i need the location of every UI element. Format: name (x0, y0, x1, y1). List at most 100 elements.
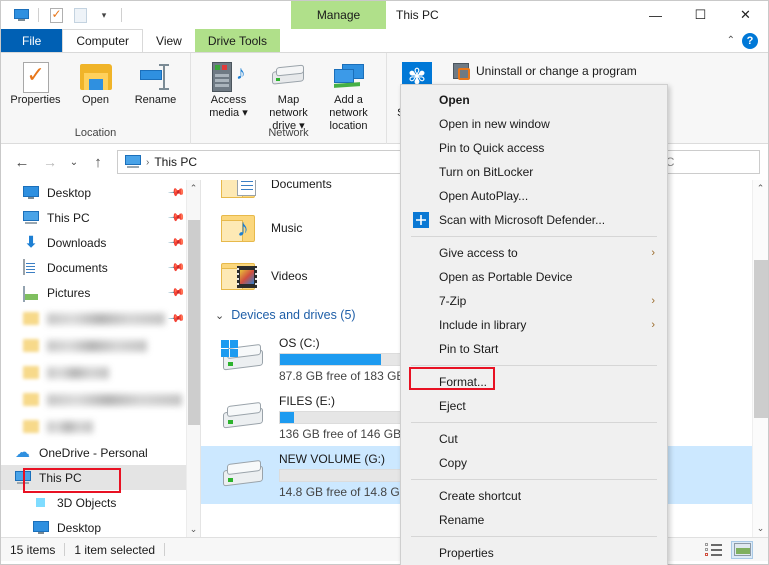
recent-locations-button[interactable]: ⌄ (65, 149, 83, 175)
context-menu-item-7-zip[interactable]: 7-Zip › (401, 289, 667, 313)
rename-icon (139, 60, 172, 94)
forward-button[interactable]: → (37, 149, 63, 175)
tab-drive-tools[interactable]: Drive Tools (194, 29, 280, 52)
content-pane-scrollbar[interactable]: ⌃ ⌄ (752, 180, 768, 537)
ribbon-button-uninstall-or-change-a-program[interactable]: Uninstall or change a program (447, 57, 637, 80)
breadcrumb-path[interactable]: This PC (154, 155, 197, 169)
ribbon-button-access-media[interactable]: ♪ Access media ▾ (199, 57, 259, 120)
desktop-icon (23, 185, 39, 201)
context-menu-item-open-autoplay[interactable]: Open AutoPlay... (401, 184, 667, 208)
context-menu-item-properties[interactable]: Properties (401, 541, 667, 565)
list-item[interactable] (1, 359, 200, 386)
details-view-icon[interactable] (703, 541, 725, 559)
list-item[interactable] (1, 386, 200, 413)
map-network-drive-icon (271, 60, 306, 94)
context-menu-item-label: Scan with Microsoft Defender... (439, 213, 606, 227)
sidebar-item-onedrive[interactable]: ☁ OneDrive - Personal (1, 440, 200, 465)
desktop-icon (33, 520, 49, 536)
maximize-button[interactable]: ☐ (678, 1, 723, 29)
sidebar-item-label: Documents (47, 260, 108, 275)
collapse-ribbon-icon[interactable]: ⌃ (727, 35, 735, 46)
open-folder-icon (79, 60, 112, 94)
chevron-down-icon[interactable]: ⌄ (215, 309, 224, 322)
help-icon[interactable]: ? (742, 32, 758, 49)
context-menu-item-open-as-portable-device[interactable]: Open as Portable Device (401, 265, 667, 289)
context-menu-item-pin-to-quick-access[interactable]: Pin to Quick access (401, 136, 667, 160)
ribbon-button-map-network-drive[interactable]: Map network drive ▾ (259, 57, 319, 133)
sidebar-item-this-pc-quick[interactable]: This PC 📌 (1, 205, 200, 230)
sidebar-item-label: This PC (47, 210, 90, 225)
ribbon-button-rename[interactable]: Rename (126, 57, 186, 107)
scroll-up-icon[interactable]: ⌃ (187, 180, 200, 196)
sidebar-item-documents[interactable]: Documents 📌 (1, 255, 200, 280)
list-item[interactable] (1, 332, 200, 359)
minimize-button[interactable]: — (633, 1, 678, 29)
scroll-down-icon[interactable]: ⌄ (187, 521, 200, 537)
context-menu-item-format[interactable]: Format... (401, 367, 667, 394)
this-pc-icon[interactable] (10, 4, 32, 26)
context-menu-item-give-access-to[interactable]: Give access to › (401, 241, 667, 265)
context-menu-item-pin-to-start[interactable]: Pin to Start (401, 337, 667, 361)
context-menu-item-open[interactable]: Open (401, 88, 667, 112)
ribbon-button-properties[interactable]: Properties (6, 57, 66, 107)
pin-icon[interactable]: 📌 (168, 258, 187, 277)
sidebar-item-3d-objects[interactable]: 3D Objects (1, 490, 200, 515)
context-menu-item-copy[interactable]: Copy (401, 451, 667, 475)
context-menu-item-create-shortcut[interactable]: Create shortcut (401, 484, 667, 508)
sidebar-item-desktop[interactable]: Desktop 📌 (1, 180, 200, 205)
context-menu-item-eject[interactable]: Eject (401, 394, 667, 418)
selection-label: 1 item selected (74, 542, 156, 557)
item-count-label: 15 items (10, 542, 56, 557)
context-menu-item-open-in-new-window[interactable]: Open in new window (401, 112, 667, 136)
pin-icon[interactable]: 📌 (168, 208, 187, 227)
context-menu-item-include-in-library[interactable]: Include in library › (401, 313, 667, 337)
context-menu-item-turn-on-bitlocker[interactable]: Turn on BitLocker (401, 160, 667, 184)
context-menu-item-label: Include in library (439, 318, 527, 332)
up-button[interactable]: ↑ (85, 149, 111, 175)
context-menu-item-cut[interactable]: Cut (401, 427, 667, 451)
customize-qat-caret-icon[interactable]: ▾ (93, 4, 115, 26)
contextual-tab-group-manage: Manage (291, 1, 386, 29)
sidebar-item-downloads[interactable]: ⬇ Downloads 📌 (1, 230, 200, 255)
tab-file[interactable]: File (1, 29, 63, 52)
context-menu-item-scan-with-microsoft-defender[interactable]: Scan with Microsoft Defender... (401, 208, 667, 232)
folder-icon (23, 393, 39, 406)
large-icons-view-icon[interactable] (731, 540, 753, 559)
pin-icon[interactable]: 📌 (168, 283, 187, 302)
3d-objects-icon (33, 495, 49, 511)
close-button[interactable]: ✕ (723, 1, 768, 29)
access-media-icon: ♪ (211, 60, 246, 94)
sidebar-item-pictures[interactable]: Pictures 📌 (1, 280, 200, 305)
navigation-pane-scrollbar[interactable]: ⌃ ⌄ (186, 180, 200, 537)
new-folder-icon[interactable] (69, 4, 91, 26)
scroll-down-icon[interactable]: ⌄ (753, 520, 768, 537)
scroll-up-icon[interactable]: ⌃ (753, 180, 768, 197)
pin-icon[interactable]: 📌 (168, 183, 187, 202)
ribbon-group-network: ♪ Access media ▾ Map network drive ▾ Add… (191, 53, 387, 144)
chevron-right-icon: › (651, 247, 655, 259)
ribbon-button-add-network-location[interactable]: Add a network location (319, 57, 379, 133)
sidebar-item-this-pc[interactable]: This PC (1, 465, 200, 490)
list-item[interactable] (1, 413, 200, 440)
pin-icon[interactable]: 📌 (168, 233, 187, 252)
properties-icon[interactable] (45, 4, 67, 26)
menu-separator (411, 536, 657, 537)
tab-view[interactable]: View (143, 29, 195, 52)
sidebar-item-label: 3D Objects (57, 495, 117, 510)
sidebar-item-desktop-child[interactable]: Desktop (1, 515, 200, 537)
menu-separator (411, 479, 657, 480)
tab-computer[interactable]: Computer (62, 29, 144, 52)
scrollbar-thumb[interactable] (754, 260, 768, 418)
scrollbar-thumb[interactable] (188, 220, 200, 425)
pin-icon[interactable]: 📌 (168, 309, 187, 328)
folder-icon (23, 420, 39, 433)
sidebar-item-label: Downloads (47, 235, 107, 250)
back-button[interactable]: ← (9, 149, 35, 175)
menu-separator (411, 236, 657, 237)
sidebar-item-label: Desktop (57, 520, 102, 535)
title-bar: ▾ Manage This PC — ☐ ✕ (1, 1, 768, 29)
ribbon-button-open[interactable]: Open (66, 57, 126, 107)
folder-icon (23, 312, 39, 325)
list-item[interactable]: 📌 (1, 305, 200, 332)
context-menu-item-rename[interactable]: Rename (401, 508, 667, 532)
